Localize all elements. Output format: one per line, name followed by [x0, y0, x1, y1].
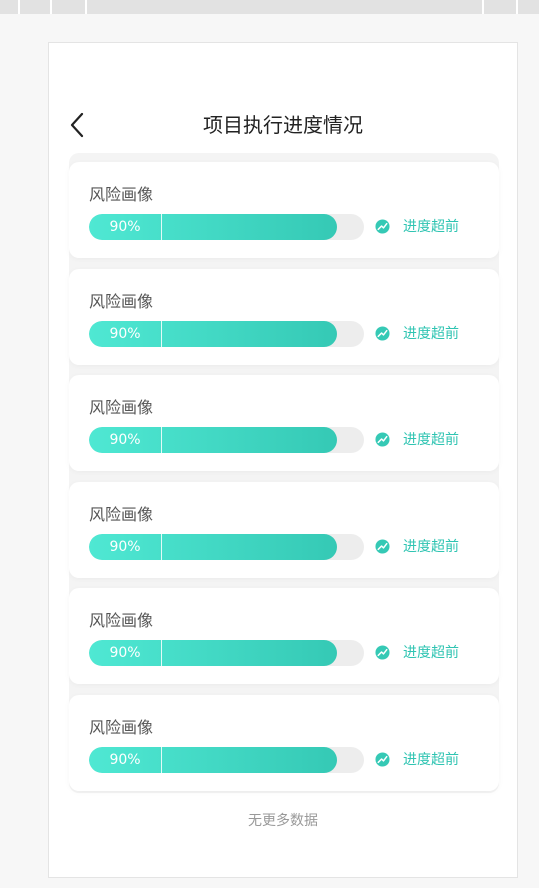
list-item[interactable]: 风险画像 90% 进度超前	[69, 482, 499, 578]
progress-bar: 90%	[89, 534, 364, 560]
trend-up-icon	[375, 326, 390, 341]
list-item[interactable]: 风险画像 90% 进度超前	[69, 588, 499, 684]
status-text: 进度超前	[403, 219, 459, 235]
progress-bar: 90%	[89, 214, 364, 240]
no-more-data-text: 无更多数据	[248, 813, 318, 829]
item-title: 风险画像	[89, 718, 154, 737]
trend-up-icon	[375, 219, 390, 234]
trend-up-icon	[375, 432, 390, 447]
progress-divider	[161, 214, 162, 240]
progress-label: 90%	[109, 326, 141, 342]
progress-divider	[161, 747, 162, 773]
trend-up-icon	[375, 539, 390, 554]
item-title: 风险画像	[89, 611, 154, 630]
strip-divider	[50, 0, 52, 14]
progress-label: 90%	[109, 752, 141, 768]
progress-bar: 90%	[89, 427, 364, 453]
browser-top-strip	[0, 0, 539, 14]
progress-divider	[161, 640, 162, 666]
progress-label: 90%	[109, 432, 141, 448]
item-title: 风险画像	[89, 505, 154, 524]
progress-divider	[161, 427, 162, 453]
status-text: 进度超前	[403, 326, 459, 342]
progress-divider	[161, 534, 162, 560]
progress-list: 风险画像 90% 进度超前 风险画像 90% 进度超前 风险画像 90% 进度超…	[69, 153, 499, 793]
progress-label: 90%	[109, 539, 141, 555]
status-text: 进度超前	[403, 645, 459, 661]
progress-label: 90%	[109, 219, 141, 235]
trend-up-icon	[375, 645, 390, 660]
list-item[interactable]: 风险画像 90% 进度超前	[69, 695, 499, 791]
status-text: 进度超前	[403, 539, 459, 555]
progress-bar: 90%	[89, 640, 364, 666]
item-title: 风险画像	[89, 398, 154, 417]
page-title: 项目执行进度情况	[203, 113, 363, 137]
progress-label: 90%	[109, 645, 141, 661]
progress-divider	[161, 321, 162, 347]
strip-divider	[482, 0, 484, 14]
list-item[interactable]: 风险画像 90% 进度超前	[69, 375, 499, 471]
strip-divider	[516, 0, 518, 14]
list-item[interactable]: 风险画像 90% 进度超前	[69, 162, 499, 258]
item-title: 风险画像	[89, 292, 154, 311]
strip-divider	[85, 0, 87, 14]
status-text: 进度超前	[403, 752, 459, 768]
list-item[interactable]: 风险画像 90% 进度超前	[69, 269, 499, 365]
status-text: 进度超前	[403, 432, 459, 448]
progress-bar: 90%	[89, 321, 364, 347]
item-title: 风险画像	[89, 185, 154, 204]
trend-up-icon	[375, 752, 390, 767]
strip-divider	[18, 0, 20, 14]
page-header: 项目执行进度情况	[49, 43, 517, 153]
progress-bar: 90%	[89, 747, 364, 773]
mobile-screen: 项目执行进度情况 风险画像 90% 进度超前 风险画像 90% 进度超前 风险画…	[48, 42, 518, 878]
